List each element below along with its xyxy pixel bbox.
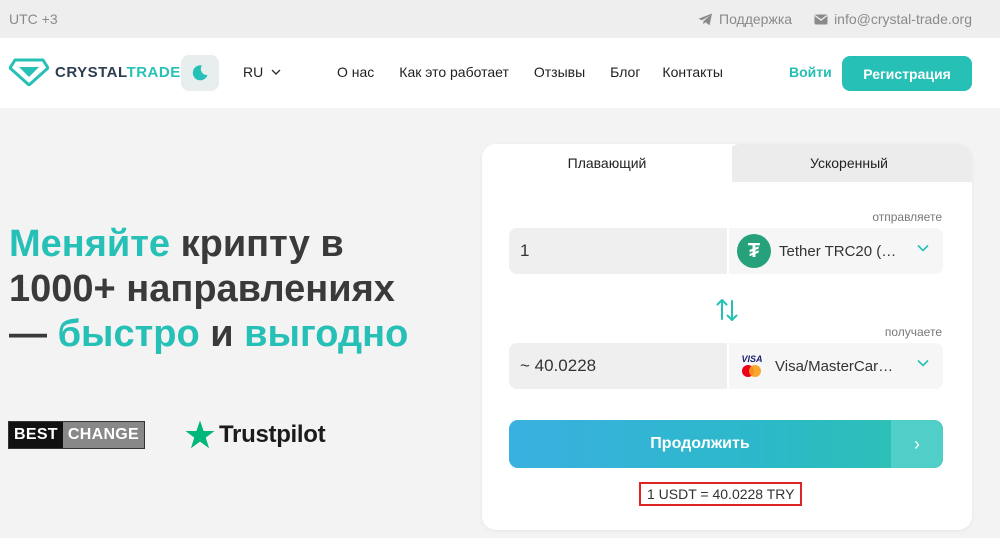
- tether-icon: ₮: [737, 234, 771, 268]
- send-currency-select[interactable]: ₮ Tether TRC20 (USDT): [727, 228, 943, 274]
- hero-line-2: 1000+ направлениях: [9, 268, 395, 310]
- chevron-right-icon[interactable]: ›: [891, 420, 943, 468]
- send-caption: отправляете: [872, 210, 942, 224]
- language-label: RU: [243, 64, 264, 80]
- email-link[interactable]: info@crystal-trade.org: [814, 11, 972, 27]
- continue-button[interactable]: Продолжить ›: [509, 420, 943, 468]
- receive-field: ~ 40.0228 VISA Visa/MasterCard TRY: [509, 343, 943, 389]
- moon-icon: [192, 65, 208, 81]
- language-selector[interactable]: RU: [243, 64, 281, 80]
- bestchange-logo[interactable]: BEST CHANGE: [8, 420, 146, 449]
- nav-contacts[interactable]: Контакты: [662, 64, 722, 80]
- receive-caption: получаете: [884, 325, 942, 339]
- send-currency-label: Tether TRC20 (USDT): [779, 242, 899, 260]
- telegram-icon: [698, 13, 713, 25]
- receive-currency-select[interactable]: VISA Visa/MasterCard TRY: [727, 343, 943, 389]
- swap-arrows-icon: [716, 299, 738, 321]
- crystal-logo-icon: [9, 58, 49, 86]
- nav-reviews[interactable]: Отзывы: [534, 64, 585, 80]
- continue-label: Продолжить: [650, 435, 750, 452]
- tab-fast[interactable]: Ускоренный: [726, 144, 972, 182]
- email-label: info@crystal-trade.org: [834, 11, 972, 27]
- hero-line-1: Меняйте крипту в: [9, 223, 344, 265]
- send-field: 1 ₮ Tether TRC20 (USDT): [509, 228, 943, 274]
- hero-headline: Меняйте крипту в 1000+ направлениях — бы…: [9, 222, 469, 357]
- logo-text: CRYSTALTRADE: [55, 63, 181, 81]
- hero-line-3: — быстро и выгодно: [9, 313, 409, 355]
- chevron-down-icon: [917, 244, 929, 252]
- nav-about[interactable]: О нас: [337, 64, 374, 80]
- chevron-down-icon: [271, 69, 281, 75]
- theme-toggle-button[interactable]: [181, 55, 219, 91]
- register-button[interactable]: Регистрация: [842, 56, 972, 91]
- trustpilot-logo[interactable]: Trustpilot: [185, 420, 326, 449]
- send-amount-input[interactable]: 1: [520, 241, 529, 261]
- top-info-bar: UTC +3 Поддержка info@crystal-trade.org: [0, 0, 1000, 38]
- exchange-rate: 1 USDT = 40.0228 TRY: [639, 482, 803, 506]
- partner-logos: BEST CHANGE Trustpilot: [8, 420, 326, 449]
- main-header: CRYSTALTRADE RU О нас Как это работает О…: [0, 38, 1000, 108]
- exchange-widget: Ускоренный Плавающий отправляете 1 ₮ Tet…: [482, 144, 972, 530]
- timezone-label: UTC +3: [9, 11, 58, 27]
- mail-icon: [814, 14, 828, 24]
- chevron-down-icon: [917, 359, 929, 367]
- tab-floating[interactable]: Плавающий: [482, 144, 732, 182]
- logo[interactable]: CRYSTALTRADE: [9, 58, 181, 86]
- nav-blog[interactable]: Блог: [610, 64, 640, 80]
- nav-how-it-works[interactable]: Как это работает: [399, 64, 509, 80]
- receive-currency-label: Visa/MasterCard TRY: [775, 357, 895, 375]
- swap-button[interactable]: [716, 297, 738, 328]
- rate-tabs: Ускоренный Плавающий: [482, 144, 972, 182]
- support-label: Поддержка: [719, 11, 793, 27]
- login-link[interactable]: Войти: [789, 64, 832, 80]
- star-icon: [185, 420, 215, 449]
- visa-mastercard-icon: VISA: [737, 351, 767, 381]
- main-nav: О нас Как это работает Отзывы Блог Конта…: [337, 64, 723, 80]
- receive-amount-output: ~ 40.0228: [520, 356, 597, 375]
- support-link[interactable]: Поддержка: [698, 11, 792, 27]
